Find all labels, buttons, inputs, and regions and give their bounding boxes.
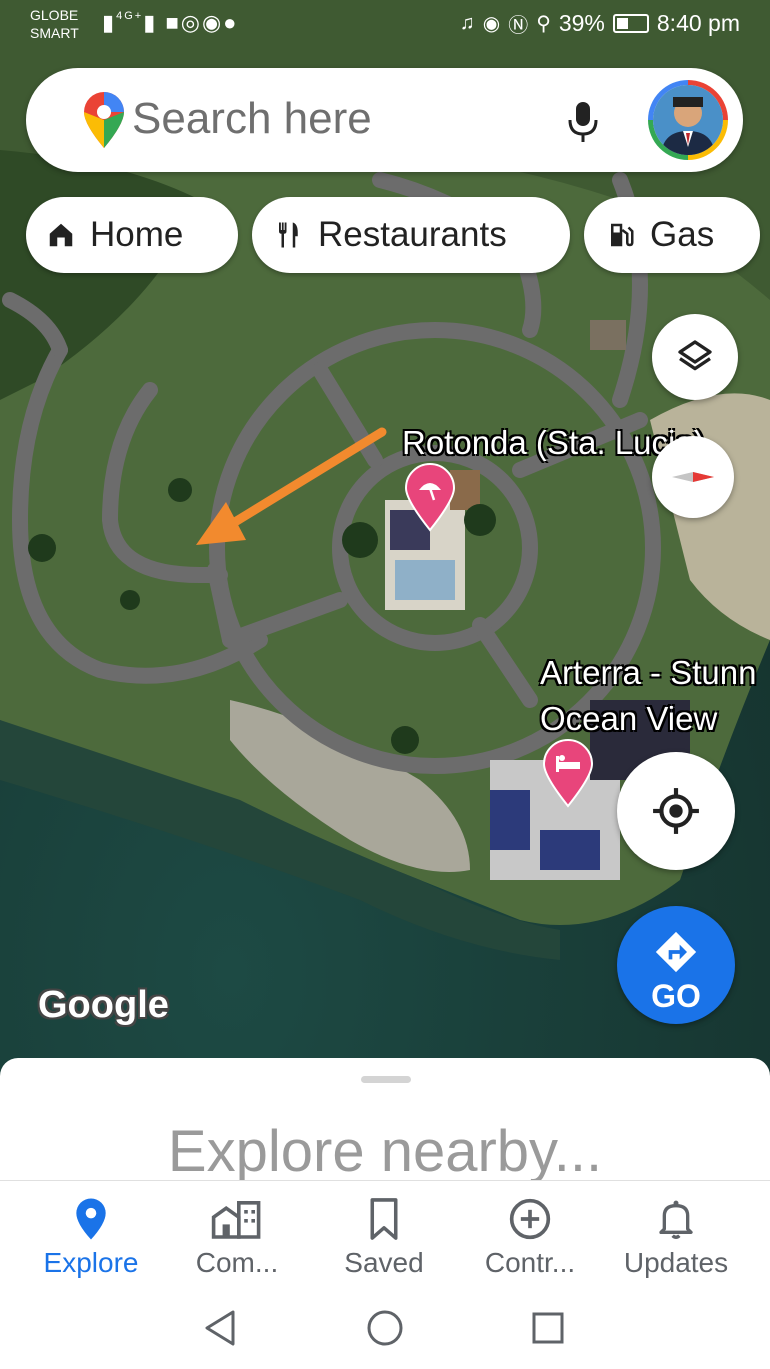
chip-gas-label: Gas	[650, 215, 715, 254]
gas-pump-icon	[611, 223, 634, 247]
nav-explore-label: Explore	[43, 1247, 139, 1278]
video-icon: ■	[165, 10, 181, 35]
profile-photo-icon	[653, 85, 723, 155]
home-icon	[49, 223, 73, 247]
layers-icon	[678, 340, 712, 371]
add-circle-icon	[509, 1198, 551, 1240]
nav-updates[interactable]: Updates	[601, 1197, 751, 1279]
chip-restaurants[interactable]: Restaurants	[252, 197, 570, 273]
chip-gas[interactable]: Gas	[584, 197, 760, 273]
messenger-icon: ◉	[201, 10, 224, 35]
commute-icon	[211, 1201, 261, 1239]
explore-sheet[interactable]: Explore nearby...	[0, 1058, 770, 1188]
battery-percent: 39%	[558, 10, 605, 36]
location-icon: ⚲	[536, 13, 551, 35]
account-avatar[interactable]	[648, 80, 728, 160]
battery-icon	[612, 14, 649, 33]
nav-commute-label: Com...	[195, 1247, 279, 1278]
compass-button[interactable]	[652, 436, 734, 518]
signal-icon: ▮	[143, 10, 158, 35]
eye-icon: ◉	[482, 13, 501, 35]
carrier-name: GLOBE SMART	[30, 7, 79, 41]
google-watermark: Google	[38, 984, 169, 1026]
search-input[interactable]: Search here	[132, 94, 372, 144]
explore-nearby-title: Explore nearby...	[167, 1119, 603, 1184]
chip-home[interactable]: Home	[26, 197, 238, 273]
drag-handle[interactable]	[361, 1076, 411, 1083]
go-button[interactable]: GO	[617, 906, 735, 1024]
google-maps-logo-icon	[84, 92, 124, 148]
place-label-arterra-line2[interactable]: Ocean View	[540, 700, 717, 738]
chat-bubble-icon: ●	[223, 10, 239, 35]
search-bar[interactable]: Search here	[26, 68, 743, 172]
layers-button[interactable]	[652, 314, 738, 400]
viber-icon: ◎	[180, 10, 202, 35]
nav-updates-label: Updates	[623, 1247, 729, 1278]
home-circle-icon[interactable]	[366, 1309, 404, 1347]
nav-commute[interactable]: Com...	[162, 1197, 312, 1279]
status-right: ♫ ◉ Ⓝ ⚲ 39% 8:40 pm	[460, 9, 740, 38]
fork-knife-icon	[279, 222, 298, 248]
bottom-navigation: Explore Com... Saved Contr... Updates	[0, 1180, 770, 1369]
microphone-icon[interactable]	[566, 100, 600, 144]
signal-icon: ▮	[102, 10, 117, 35]
chip-home-label: Home	[90, 215, 184, 254]
status-bar: GLOBE SMART ▮4G+▮ ■◎◉● ♫ ◉ Ⓝ ⚲ 39% 8:40 …	[0, 0, 770, 48]
headset-icon: ♫	[459, 12, 475, 34]
my-location-icon	[653, 788, 699, 834]
chip-restaurants-label: Restaurants	[318, 215, 507, 254]
go-label: GO	[651, 978, 701, 1014]
bell-icon	[659, 1200, 693, 1239]
compass-icon	[672, 472, 714, 482]
my-location-button[interactable]	[617, 752, 735, 870]
recents-square-icon[interactable]	[531, 1311, 565, 1345]
directions-icon	[655, 931, 697, 973]
signal-icons: ▮4G+▮ ■◎◉●	[102, 10, 238, 36]
clock: 8:40 pm	[656, 10, 740, 36]
back-icon[interactable]	[203, 1309, 237, 1347]
location-pin-icon	[76, 1198, 106, 1240]
nav-contribute-label: Contr...	[484, 1247, 576, 1278]
network-type-icon: 4G+	[116, 10, 144, 22]
nav-explore[interactable]: Explore	[16, 1197, 166, 1279]
nav-saved-label: Saved	[344, 1247, 424, 1278]
nav-contribute[interactable]: Contr...	[455, 1197, 605, 1279]
place-label-arterra[interactable]: Arterra - Stunn	[540, 654, 756, 692]
nfc-icon: Ⓝ	[508, 15, 529, 37]
nav-saved[interactable]: Saved	[309, 1197, 459, 1279]
bookmark-icon	[370, 1198, 398, 1240]
